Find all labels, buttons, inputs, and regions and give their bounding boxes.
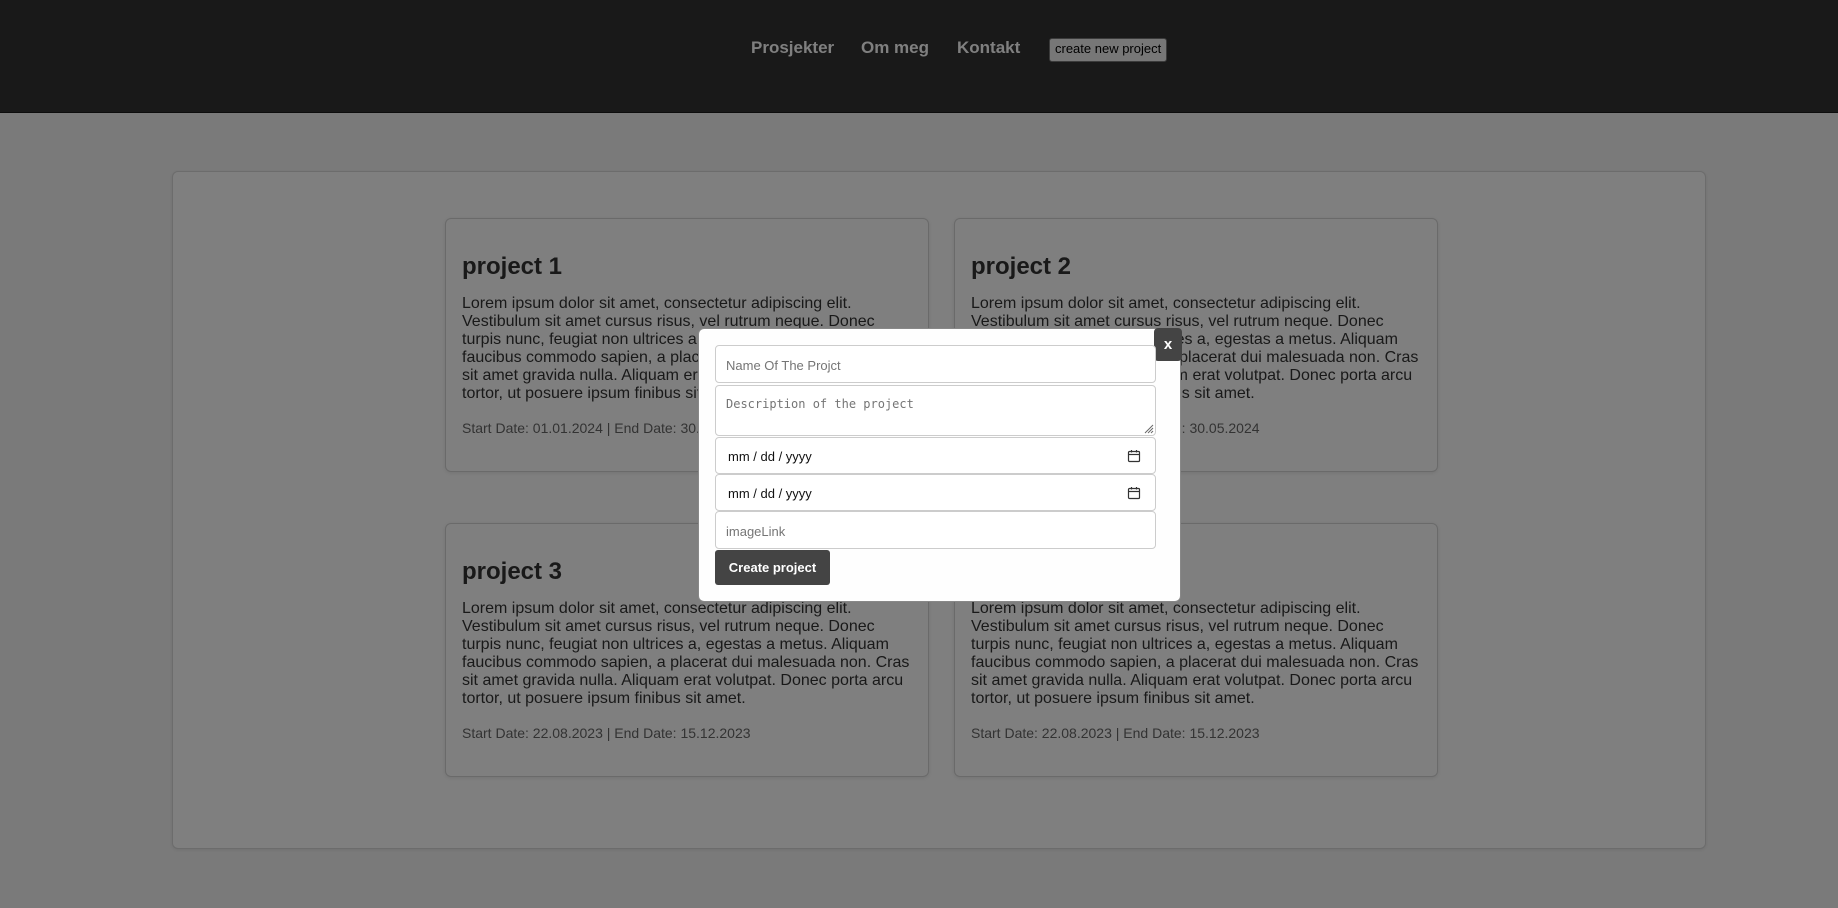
start-date-input[interactable]: mm / dd / yyyy — [715, 437, 1156, 474]
end-date-placeholder: mm / dd / yyyy — [728, 486, 812, 501]
close-modal-button[interactable]: x — [1154, 328, 1182, 361]
create-project-button[interactable]: Create project — [715, 550, 830, 585]
close-icon: x — [1163, 336, 1173, 353]
calendar-icon[interactable] — [1127, 486, 1141, 500]
resize-handle-icon[interactable] — [1143, 423, 1154, 434]
image-link-placeholder: imageLink — [726, 524, 786, 539]
calendar-icon[interactable] — [1127, 449, 1141, 463]
start-date-placeholder: mm / dd / yyyy — [728, 449, 812, 464]
end-date-input[interactable]: mm / dd / yyyy — [715, 474, 1156, 511]
project-name-input[interactable]: Name Of The Projct — [715, 345, 1156, 383]
project-description-placeholder: Description of the project — [726, 397, 914, 411]
image-link-input[interactable]: imageLink — [715, 511, 1156, 549]
project-name-placeholder: Name Of The Projct — [726, 358, 841, 373]
project-description-textarea[interactable]: Description of the project — [715, 385, 1156, 436]
